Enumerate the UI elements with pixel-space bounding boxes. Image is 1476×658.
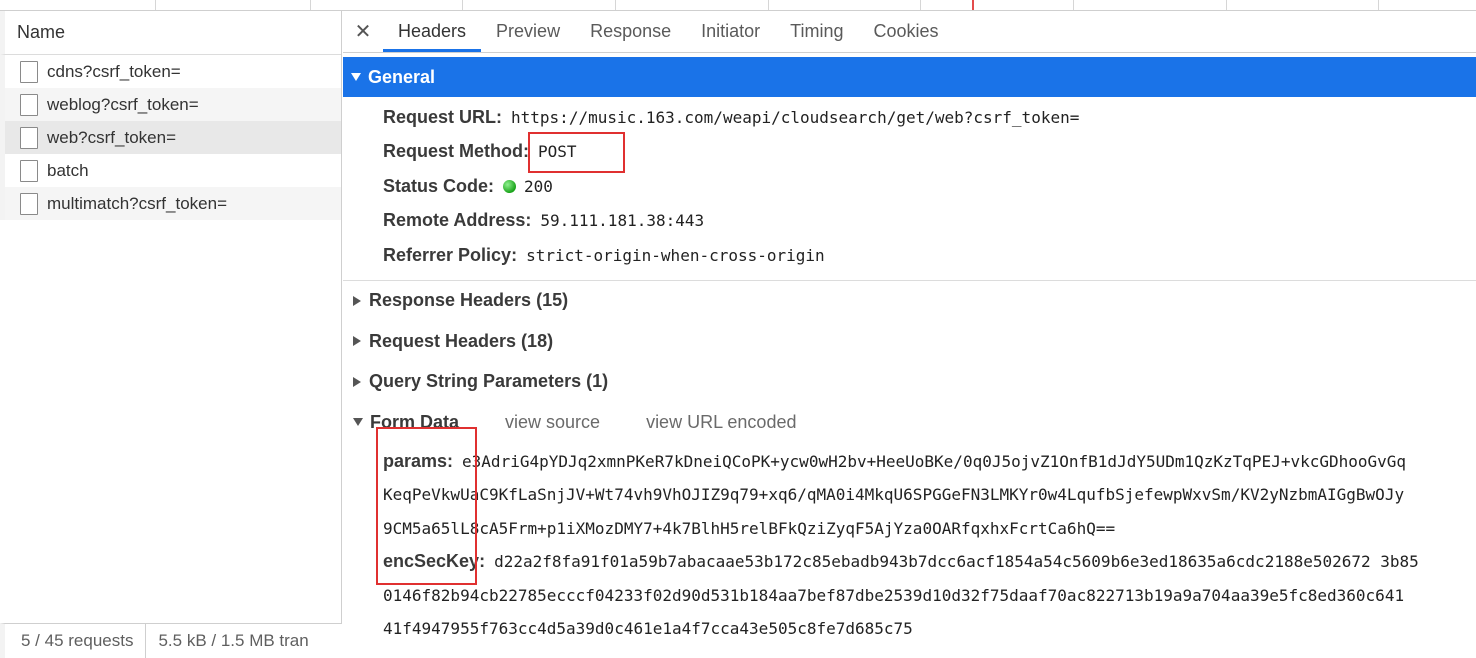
status-ok-icon	[503, 179, 517, 193]
general-title: General	[368, 66, 436, 87]
enc-sec-key-row: encSecKey: d22a2f8fa91f01a59b7abacaae53b1…	[343, 545, 1476, 579]
request-list-pane: Name cdns?csrf_token= weblog?csrf_token=…	[0, 11, 342, 658]
collapse-triangle-icon	[353, 418, 363, 427]
params-value-line: 9CM5a65lL8cA5Frm+p1iXMozDMY7+4k7BlhH5rel…	[383, 518, 1116, 538]
request-row[interactable]: cdns?csrf_token=	[0, 55, 341, 88]
timeline-gridline	[920, 0, 921, 10]
expand-triangle-icon	[353, 295, 361, 306]
form-data-body: params: e3AdriG4pYDJq2xmnPKeR7kDneiQCoPK+…	[343, 443, 1476, 646]
request-method-label: Request Method:	[383, 141, 529, 162]
name-column-header[interactable]: Name	[0, 11, 341, 55]
params-row: params: e3AdriG4pYDJq2xmnPKeR7kDneiQCoPK+…	[343, 445, 1476, 479]
form-data-title: Form Data	[370, 411, 460, 432]
network-timeline-overview[interactable]	[0, 0, 1476, 11]
request-method-value: POST	[538, 142, 577, 162]
timeline-gridline	[1226, 0, 1227, 10]
response-headers-title: Response Headers (15)	[369, 290, 569, 311]
view-url-encoded-link[interactable]: view URL encoded	[646, 412, 796, 433]
details-tabbar: ✕ Headers Preview Response Initiator Tim…	[343, 11, 1476, 53]
request-details-pane: ✕ Headers Preview Response Initiator Tim…	[343, 11, 1476, 658]
tab-initiator[interactable]: Initiator	[686, 11, 775, 52]
query-string-title: Query String Parameters (1)	[369, 371, 609, 392]
enc-sec-key-value-line: d22a2f8fa91f01a59b7abacaae53b172c85ebadb…	[494, 552, 1419, 571]
remote-address-row: Remote Address: 59.111.181.38:443	[343, 204, 1476, 239]
status-bar: 5 / 45 requests 5.5 kB / 1.5 MB tran	[0, 623, 342, 658]
enc-sec-key-label: encSecKey:	[383, 551, 486, 571]
expand-triangle-icon	[353, 336, 361, 347]
file-icon	[20, 159, 38, 182]
tab-headers[interactable]: Headers	[383, 11, 482, 52]
referrer-policy-value: strict-origin-when-cross-origin	[526, 245, 825, 265]
remote-address-value: 59.111.181.38:443	[540, 211, 705, 231]
tab-preview[interactable]: Preview	[481, 11, 575, 52]
query-string-section[interactable]: Query String Parameters (1)	[343, 362, 1476, 403]
tab-response[interactable]: Response	[575, 11, 686, 52]
tab-timing[interactable]: Timing	[775, 11, 858, 52]
request-name: batch	[47, 160, 89, 180]
referrer-policy-label: Referrer Policy:	[383, 244, 518, 265]
form-data-section[interactable]: Form Data view source view URL encoded	[343, 402, 1476, 443]
file-icon	[20, 93, 38, 116]
general-section-body: Request URL: https://music.163.com/weapi…	[343, 97, 1476, 273]
expand-triangle-icon	[353, 376, 361, 387]
timeline-gridline	[615, 0, 616, 10]
timeline-gridline	[462, 0, 463, 10]
params-value-line: e3AdriG4pYDJq2xmnPKeR7kDneiQCoPK+ycw0wH2…	[462, 451, 1407, 471]
timeline-gridline	[310, 0, 311, 10]
tab-cookies[interactable]: Cookies	[859, 11, 954, 52]
request-row[interactable]: weblog?csrf_token=	[0, 88, 341, 121]
request-headers-section[interactable]: Request Headers (18)	[343, 321, 1476, 362]
collapsed-sections: Response Headers (15) Request Headers (1…	[343, 279, 1476, 443]
timeline-gridline	[1073, 0, 1074, 10]
request-method-row: Request Method: POST	[343, 135, 1476, 170]
request-url-value: https://music.163.com/weapi/cloudsearch/…	[511, 107, 1080, 127]
file-icon	[20, 60, 38, 83]
status-code-row: Status Code: 200	[343, 169, 1476, 204]
file-icon	[20, 192, 38, 215]
request-row[interactable]: multimatch?csrf_token=	[0, 187, 341, 220]
timeline-gridline	[1378, 0, 1379, 10]
enc-sec-key-value-line: 0146f82b94cb22785ecccf04233f02d90d531b18…	[383, 585, 1405, 605]
file-icon	[20, 126, 38, 149]
request-url-row: Request URL: https://music.163.com/weapi…	[343, 100, 1476, 135]
timeline-load-marker	[972, 0, 974, 10]
request-row[interactable]: batch	[0, 154, 341, 187]
timeline-gridline	[768, 0, 769, 10]
status-code-label: Status Code:	[383, 175, 495, 196]
enc-sec-key-value-line: 41f4947955f763cc4d5a39d0c461e1a4f7cca43e…	[383, 619, 913, 638]
response-headers-section[interactable]: Response Headers (15)	[343, 281, 1476, 322]
params-value-line: KeqPeVkwUaC9KfLaSnjJV+Wt74vh9VhOJIZ9q79+…	[383, 485, 1405, 504]
general-section-header[interactable]: General	[343, 57, 1476, 97]
request-count: 5 / 45 requests	[5, 624, 147, 658]
view-source-link[interactable]: view source	[505, 412, 600, 433]
close-icon[interactable]: ✕	[343, 11, 383, 52]
expand-triangle-icon	[351, 73, 361, 81]
request-name: web?csrf_token=	[47, 127, 176, 147]
status-code-value: 200	[524, 176, 553, 196]
request-list: cdns?csrf_token= weblog?csrf_token= web?…	[0, 55, 341, 220]
request-name: multimatch?csrf_token=	[47, 193, 227, 213]
request-headers-title: Request Headers (18)	[369, 330, 554, 351]
remote-address-label: Remote Address:	[383, 210, 532, 231]
referrer-policy-row: Referrer Policy: strict-origin-when-cros…	[343, 238, 1476, 273]
request-row-selected[interactable]: web?csrf_token=	[0, 121, 341, 154]
request-name: cdns?csrf_token=	[47, 61, 181, 81]
transfer-size: 5.5 kB / 1.5 MB tran	[158, 631, 309, 650]
request-name: weblog?csrf_token=	[47, 94, 199, 114]
request-url-label: Request URL:	[383, 106, 503, 127]
params-label: params:	[383, 450, 454, 471]
timeline-gridline	[155, 0, 156, 10]
